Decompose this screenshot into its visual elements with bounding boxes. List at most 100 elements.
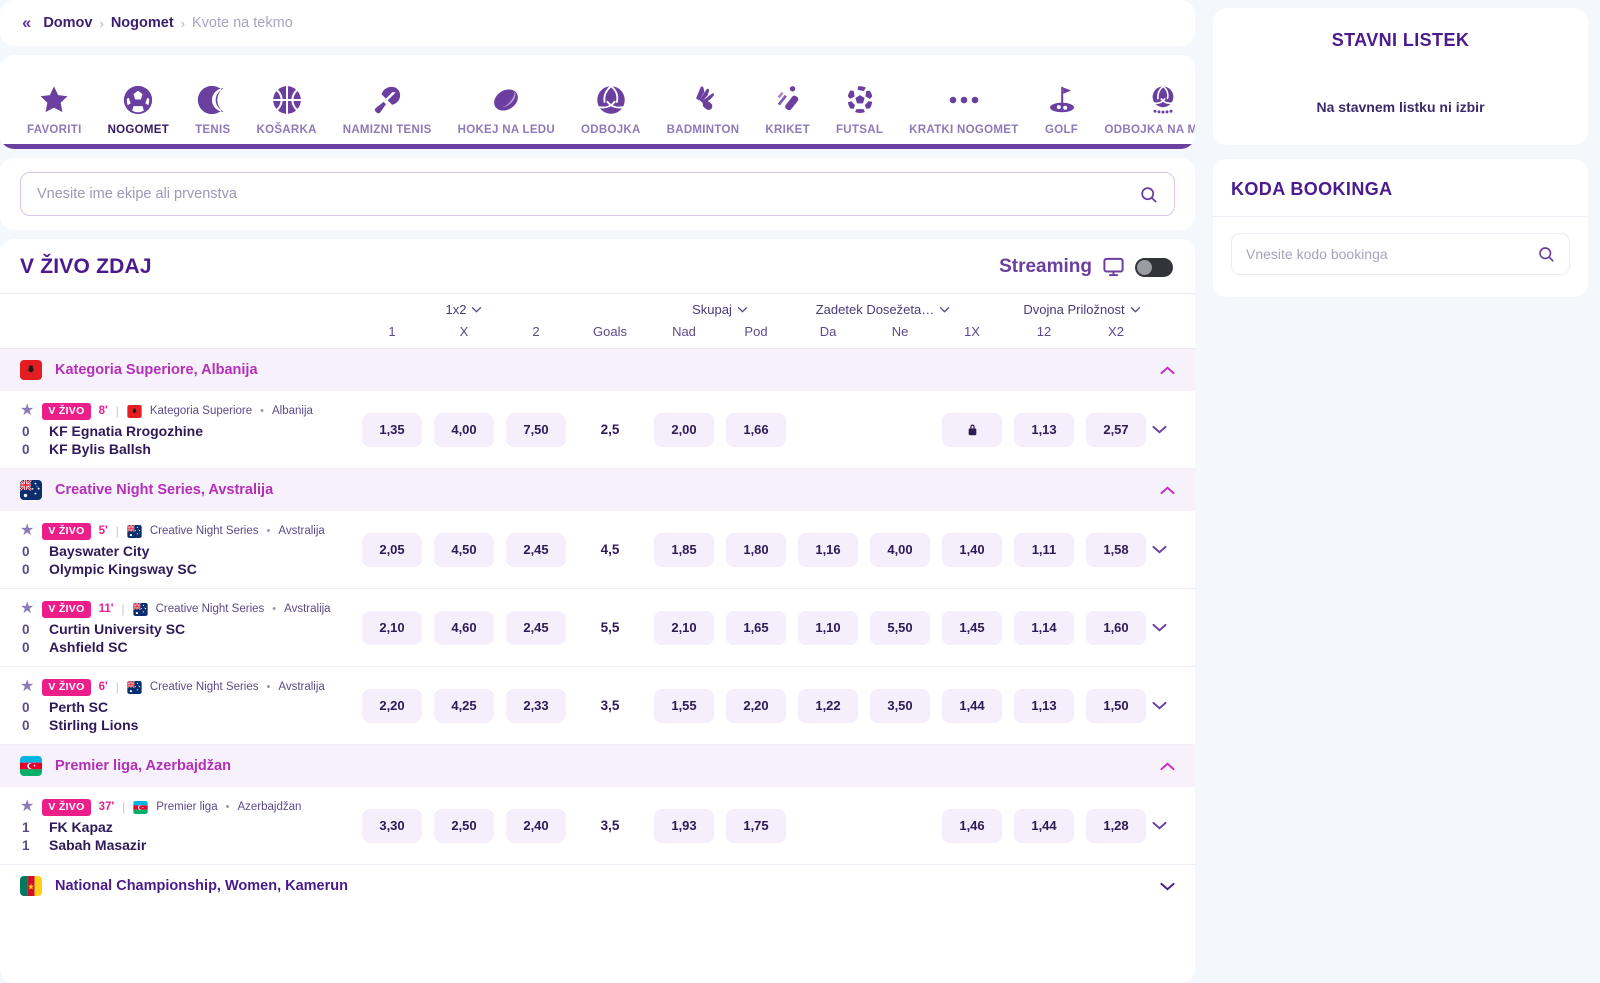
odds-cell-12[interactable]: 1,14: [1008, 610, 1080, 645]
odds-cell-2[interactable]: 2,45: [500, 610, 572, 645]
odd-button[interactable]: 1,93: [654, 808, 714, 843]
sport-tab-kratki-nogomet[interactable]: KRATKI NOGOMET: [896, 73, 1031, 149]
odds-cell-1[interactable]: 3,30: [356, 808, 428, 843]
sport-tab-badminton[interactable]: BADMINTON: [654, 73, 753, 149]
expand-match-cell[interactable]: [1152, 623, 1195, 632]
odds-cell-1[interactable]: 2,05: [356, 532, 428, 567]
sport-tab-futsal[interactable]: FUTSAL: [823, 73, 896, 149]
odd-button[interactable]: 1,55: [654, 688, 714, 723]
sport-tab-hokej-na-ledu[interactable]: HOKEJ NA LEDU: [445, 73, 568, 149]
odd-button[interactable]: 1,58: [1086, 532, 1146, 567]
odd-button[interactable]: 1,10: [798, 610, 858, 645]
odd-button[interactable]: 1,60: [1086, 610, 1146, 645]
odd-button[interactable]: 2,20: [726, 688, 786, 723]
column-header-1x[interactable]: 1X: [936, 324, 1008, 339]
odds-cell-x2[interactable]: 1,58: [1080, 532, 1152, 567]
column-header-2[interactable]: 2: [500, 324, 572, 339]
market-group-label[interactable]: 1x2: [446, 302, 483, 317]
chevron-up-icon[interactable]: [1160, 486, 1175, 495]
breadcrumb-item-home[interactable]: Domov: [43, 15, 92, 31]
odds-cell-pod[interactable]: 1,80: [720, 532, 792, 567]
booking-code-box[interactable]: [1231, 233, 1570, 275]
league-header[interactable]: Creative Night Series, Avstralija: [0, 469, 1195, 511]
match-row[interactable]: ★ V ŽIVO 5' | Creative Night Series • Av…: [0, 511, 1195, 589]
odd-button[interactable]: 1,66: [726, 412, 786, 447]
booking-code-input[interactable]: [1246, 246, 1537, 262]
match-row[interactable]: ★ V ŽIVO 6' | Creative Night Series • Av…: [0, 667, 1195, 745]
favorite-star-icon[interactable]: ★: [20, 403, 34, 419]
odd-button[interactable]: 1,28: [1086, 808, 1146, 843]
column-header-nad[interactable]: Nad: [648, 324, 720, 339]
odd-button[interactable]: 4,00: [870, 532, 930, 567]
odd-button[interactable]: 1,13: [1014, 412, 1074, 447]
odd-button[interactable]: 3,50: [870, 688, 930, 723]
chevron-down-icon[interactable]: [1152, 821, 1195, 830]
chevron-down-icon[interactable]: [1152, 425, 1195, 434]
odds-cell-ne[interactable]: 3,50: [864, 688, 936, 723]
market-group-dvojna[interactable]: Dvojna Priložnost: [974, 302, 1190, 317]
chevron-up-icon[interactable]: [1160, 366, 1175, 375]
match-row[interactable]: ★ V ŽIVO 11' | Creative Night Series • A…: [0, 589, 1195, 667]
odds-cell-da[interactable]: 1,22: [792, 688, 864, 723]
expand-match-cell[interactable]: [1152, 821, 1195, 830]
odd-button[interactable]: 1,75: [726, 808, 786, 843]
odd-button[interactable]: 1,80: [726, 532, 786, 567]
odds-cell-x[interactable]: 4,60: [428, 610, 500, 645]
odd-button[interactable]: 7,50: [506, 412, 566, 447]
odd-button[interactable]: 1,16: [798, 532, 858, 567]
odd-button[interactable]: 4,25: [434, 688, 494, 723]
market-group-label[interactable]: Zadetek Dosežeta…: [816, 302, 951, 317]
column-header-1[interactable]: 1: [356, 324, 428, 339]
sport-tab-tenis[interactable]: TENIS: [182, 73, 243, 149]
chevron-up-icon[interactable]: [1160, 762, 1175, 771]
column-header-da[interactable]: Da: [792, 324, 864, 339]
odd-button[interactable]: 5,50: [870, 610, 930, 645]
market-group-label[interactable]: Skupaj: [692, 302, 748, 317]
odd-button[interactable]: 1,14: [1014, 610, 1074, 645]
odds-cell-x2[interactable]: 2,57: [1080, 412, 1152, 447]
odds-cell-12[interactable]: 1,13: [1008, 688, 1080, 723]
search-box[interactable]: [20, 172, 1175, 216]
odds-cell-pod[interactable]: 1,75: [720, 808, 792, 843]
market-group-zadetek[interactable]: Zadetek Dosežeta…: [792, 302, 974, 317]
odd-button[interactable]: 1,40: [942, 532, 1002, 567]
odd-button[interactable]: 3,30: [362, 808, 422, 843]
odds-cell-1x[interactable]: [936, 412, 1008, 447]
odds-cell-ne[interactable]: 5,50: [864, 610, 936, 645]
odds-cell-nad[interactable]: 1,85: [648, 532, 720, 567]
odds-cell-da[interactable]: 1,10: [792, 610, 864, 645]
chevron-down-icon[interactable]: [1152, 623, 1195, 632]
market-group-1x2[interactable]: 1x2: [356, 302, 572, 317]
odd-button[interactable]: 1,46: [942, 808, 1002, 843]
chevron-down-icon[interactable]: [1152, 701, 1195, 710]
sport-tab-kriket[interactable]: KRIKET: [752, 73, 823, 149]
odds-cell-1[interactable]: 1,35: [356, 412, 428, 447]
odd-button[interactable]: 2,33: [506, 688, 566, 723]
odd-button[interactable]: 1,22: [798, 688, 858, 723]
sport-tab-favoriti[interactable]: FAVORITI: [14, 73, 95, 149]
odd-button[interactable]: 2,50: [434, 808, 494, 843]
odds-cell-x[interactable]: 4,50: [428, 532, 500, 567]
expand-match-cell[interactable]: [1152, 545, 1195, 554]
favorite-star-icon[interactable]: ★: [20, 601, 34, 617]
sport-tab-namizni-tenis[interactable]: NAMIZNI TENIS: [330, 73, 445, 149]
chevron-down-icon[interactable]: [1152, 545, 1195, 554]
sport-tab-odbojka[interactable]: ODBOJKA: [568, 73, 654, 149]
odd-button[interactable]: 4,60: [434, 610, 494, 645]
breadcrumb-item-football[interactable]: Nogomet: [111, 15, 174, 31]
column-header-x[interactable]: X: [428, 324, 500, 339]
chevron-down-icon[interactable]: [1160, 882, 1175, 891]
odds-cell-x2[interactable]: 1,60: [1080, 610, 1152, 645]
odds-cell-1x[interactable]: 1,44: [936, 688, 1008, 723]
odds-cell-nad[interactable]: 2,00: [648, 412, 720, 447]
odd-button[interactable]: 1,35: [362, 412, 422, 447]
odds-cell-x[interactable]: 4,25: [428, 688, 500, 723]
odds-cell-2[interactable]: 2,33: [500, 688, 572, 723]
odd-button[interactable]: 1,11: [1014, 532, 1074, 567]
odd-button[interactable]: 2,10: [654, 610, 714, 645]
column-header-ne[interactable]: Ne: [864, 324, 936, 339]
odds-cell-x2[interactable]: 1,50: [1080, 688, 1152, 723]
odd-button[interactable]: 4,00: [434, 412, 494, 447]
sport-tab-golf[interactable]: GOLF: [1032, 73, 1092, 149]
market-group-label[interactable]: Dvojna Priložnost: [1023, 302, 1140, 317]
